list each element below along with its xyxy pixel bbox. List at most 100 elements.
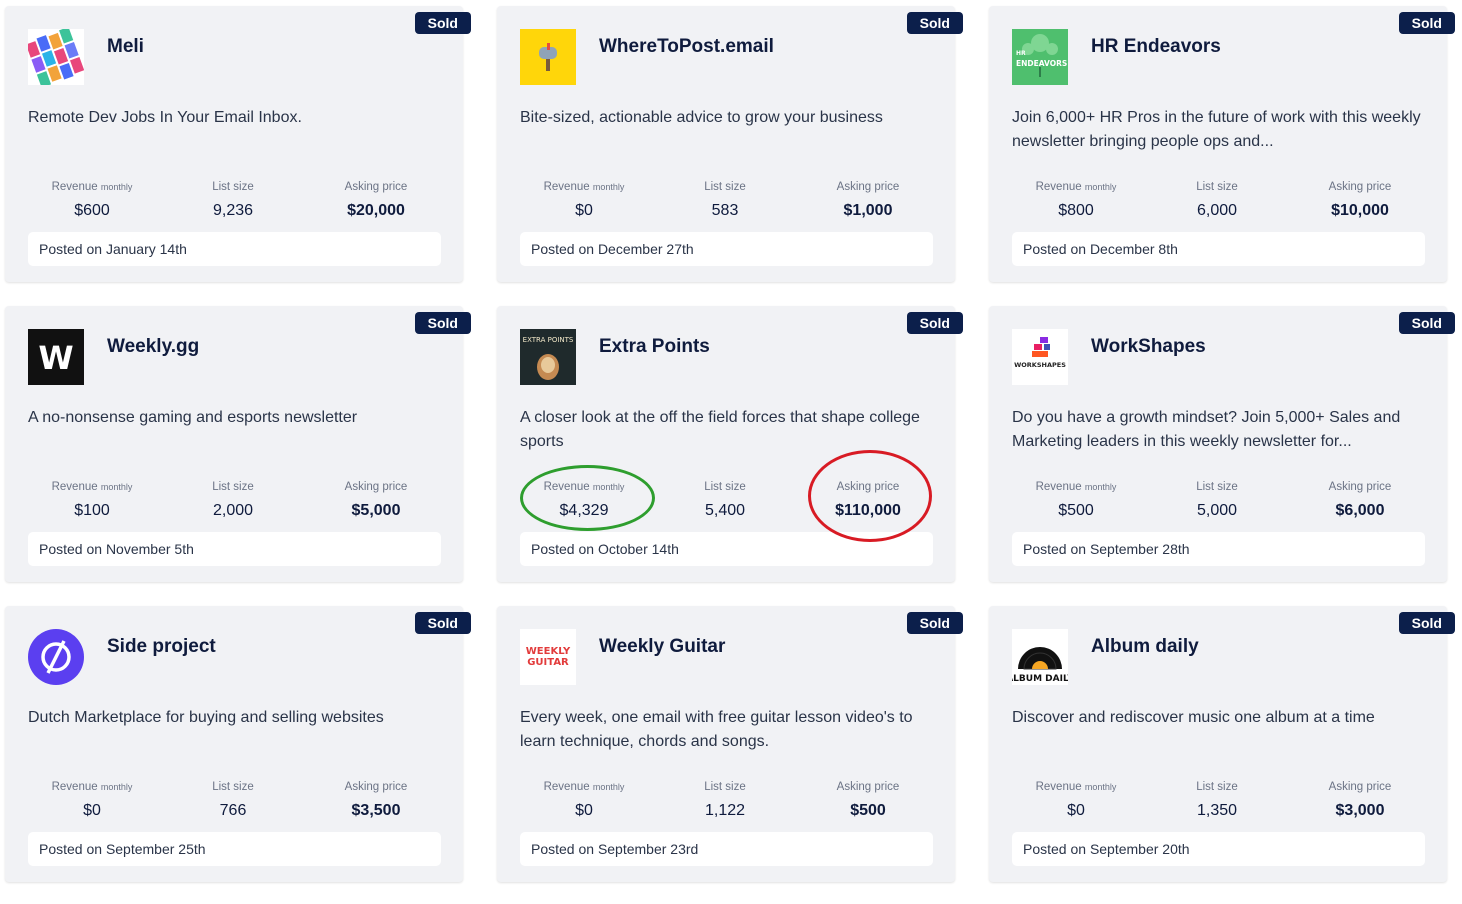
revenue-label: Revenue monthly (51, 181, 133, 193)
listing-card[interactable]: Sold EXTRA POINTS Extra Points A closer … (497, 306, 963, 582)
list-size-value: 2,000 (212, 502, 254, 519)
logo-graphic: WEEKLY GUITAR (520, 629, 576, 685)
revenue-stat: Revenue monthly $600 (22, 179, 162, 221)
asking-price-value: $500 (850, 802, 886, 819)
listing-description: Dutch Marketplace for buying and selling… (28, 709, 384, 726)
logo-graphic (1044, 344, 1050, 350)
listing-title[interactable]: Meli (107, 36, 144, 58)
revenue-stat: Revenue monthly $800 (1006, 179, 1146, 221)
meli-logo-icon (28, 29, 84, 85)
listing-title[interactable]: Side project (107, 636, 216, 658)
listing-card[interactable]: Sold Side project Dutch Marketplace for … (5, 606, 471, 882)
list-size-stat: List size 5,000 (1147, 479, 1287, 521)
revenue-label: Revenue monthly (51, 781, 133, 793)
list-size-stat: List size 1,350 (1147, 779, 1287, 821)
revenue-value: $0 (575, 802, 593, 819)
green-highlight-circle (520, 465, 655, 531)
asking-price-label: Asking price (1328, 181, 1392, 193)
listing-card[interactable]: Sold WEEKLY GUITAR Weekly Guitar Every w… (497, 606, 963, 882)
listing-description: Remote Dev Jobs In Your Email Inbox. (28, 109, 302, 126)
logo-graphic: W (28, 329, 84, 385)
asking-price-stat: Asking price $6,000 (1290, 479, 1430, 521)
listing-title[interactable]: Weekly.gg (107, 336, 199, 358)
listing-card[interactable]: Sold HR ENDEAVORS HR Endeavors Join 6,00… (989, 6, 1455, 282)
list-size-value: 5,400 (704, 502, 746, 519)
revenue-stat: Revenue monthly $0 (514, 179, 654, 221)
sold-badge: Sold (906, 612, 963, 634)
list-size-stat: List size 9,236 (163, 179, 303, 221)
listing-title[interactable]: HR Endeavors (1091, 36, 1221, 58)
posted-date: Posted on September 25th (28, 832, 441, 866)
sold-badge: Sold (1398, 312, 1455, 334)
revenue-value: $600 (74, 202, 110, 219)
sold-badge: Sold (1398, 612, 1455, 634)
listing-description: Every week, one email with free guitar l… (520, 709, 913, 750)
revenue-label: Revenue monthly (1035, 181, 1117, 193)
list-size-value: 766 (219, 802, 247, 819)
list-size-label: List size (704, 181, 746, 193)
logo-graphic (28, 29, 84, 85)
logo-graphic: WEEKLY (526, 646, 571, 657)
logo-graphic (547, 43, 550, 50)
sold-badge: Sold (414, 12, 471, 34)
logo-graphic: ENDEAVORS (1016, 59, 1067, 68)
asking-price-stat: Asking price $5,000 (306, 479, 446, 521)
list-size-value: 5,000 (1196, 502, 1238, 519)
red-highlight-circle (808, 450, 932, 542)
asking-price-label: Asking price (344, 181, 408, 193)
asking-price-label: Asking price (344, 781, 408, 793)
logo-graphic: ALBUM DAILY (1012, 674, 1068, 684)
sold-badge: Sold (414, 312, 471, 334)
logo-graphic (28, 629, 84, 685)
listing-card[interactable]: Sold W Weekly.gg A no-nonsense gaming an… (5, 306, 471, 582)
logo-graphic (1034, 344, 1042, 350)
logo-graphic (546, 59, 550, 71)
list-size-label: List size (704, 781, 746, 793)
listing-card[interactable]: Sold Meli Remote Dev Jobs In Your Email … (5, 6, 471, 282)
revenue-stat: Revenue monthly $500 (1006, 479, 1146, 521)
asking-price-stat: Asking price $3,500 (306, 779, 446, 821)
asking-price-stat: Asking price $1,000 (798, 179, 938, 221)
list-size-label: List size (212, 481, 254, 493)
list-size-label: List size (212, 781, 254, 793)
sold-badge: Sold (1398, 12, 1455, 34)
asking-price-stat: Asking price $20,000 (306, 179, 446, 221)
posted-date: Posted on December 27th (520, 232, 933, 266)
logo-graphic: EXTRA POINTS (523, 336, 574, 344)
revenue-value: $0 (1067, 802, 1085, 819)
revenue-value: $500 (1058, 502, 1094, 519)
revenue-stat: Revenue monthly $100 (22, 479, 162, 521)
revenue-value: $800 (1058, 202, 1094, 219)
listing-card[interactable]: Sold ALBUM DAILY Album daily Discover an… (989, 606, 1455, 882)
logo-graphic: WORKSHAPES (1014, 361, 1066, 369)
listing-title[interactable]: WhereToPost.email (599, 36, 774, 58)
revenue-stat: Revenue monthly $0 (1006, 779, 1146, 821)
list-size-value: 9,236 (212, 202, 254, 219)
mailbox-logo-icon (520, 29, 576, 85)
list-size-value: 6,000 (1196, 202, 1238, 219)
weekly-guitar-logo-icon: WEEKLY GUITAR (520, 629, 576, 685)
sold-badge: Sold (906, 312, 963, 334)
asking-price-stat: Asking price $500 (798, 779, 938, 821)
logo-graphic (1039, 67, 1041, 77)
list-size-label: List size (1196, 181, 1238, 193)
listing-description: Join 6,000+ HR Pros in the future of wor… (1012, 109, 1421, 150)
weekly-gg-logo-icon: W (28, 329, 84, 385)
listing-card[interactable]: Sold WhereToPost.email Bite-sized, actio… (497, 6, 963, 282)
asking-price-label: Asking price (1328, 481, 1392, 493)
posted-date: Posted on November 5th (28, 532, 441, 566)
listing-title[interactable]: Extra Points (599, 336, 710, 358)
album-daily-logo-icon: ALBUM DAILY (1012, 629, 1068, 685)
list-size-value: 1,350 (1196, 802, 1238, 819)
list-size-label: List size (1196, 481, 1238, 493)
listing-description: A no-nonsense gaming and esports newslet… (28, 409, 358, 426)
listing-title[interactable]: Album daily (1091, 636, 1199, 658)
asking-price-value: $3,000 (1335, 802, 1385, 819)
listing-card[interactable]: Sold WORKSHAPES WorkShapes Do you have a… (989, 306, 1455, 582)
logo-graphic: HR (1016, 50, 1026, 57)
listing-description: Discover and rediscover music one album … (1012, 709, 1375, 726)
posted-date: Posted on September 20th (1012, 832, 1425, 866)
list-size-value: 583 (711, 202, 739, 219)
listing-title[interactable]: Weekly Guitar (599, 636, 725, 658)
listing-title[interactable]: WorkShapes (1091, 336, 1206, 358)
